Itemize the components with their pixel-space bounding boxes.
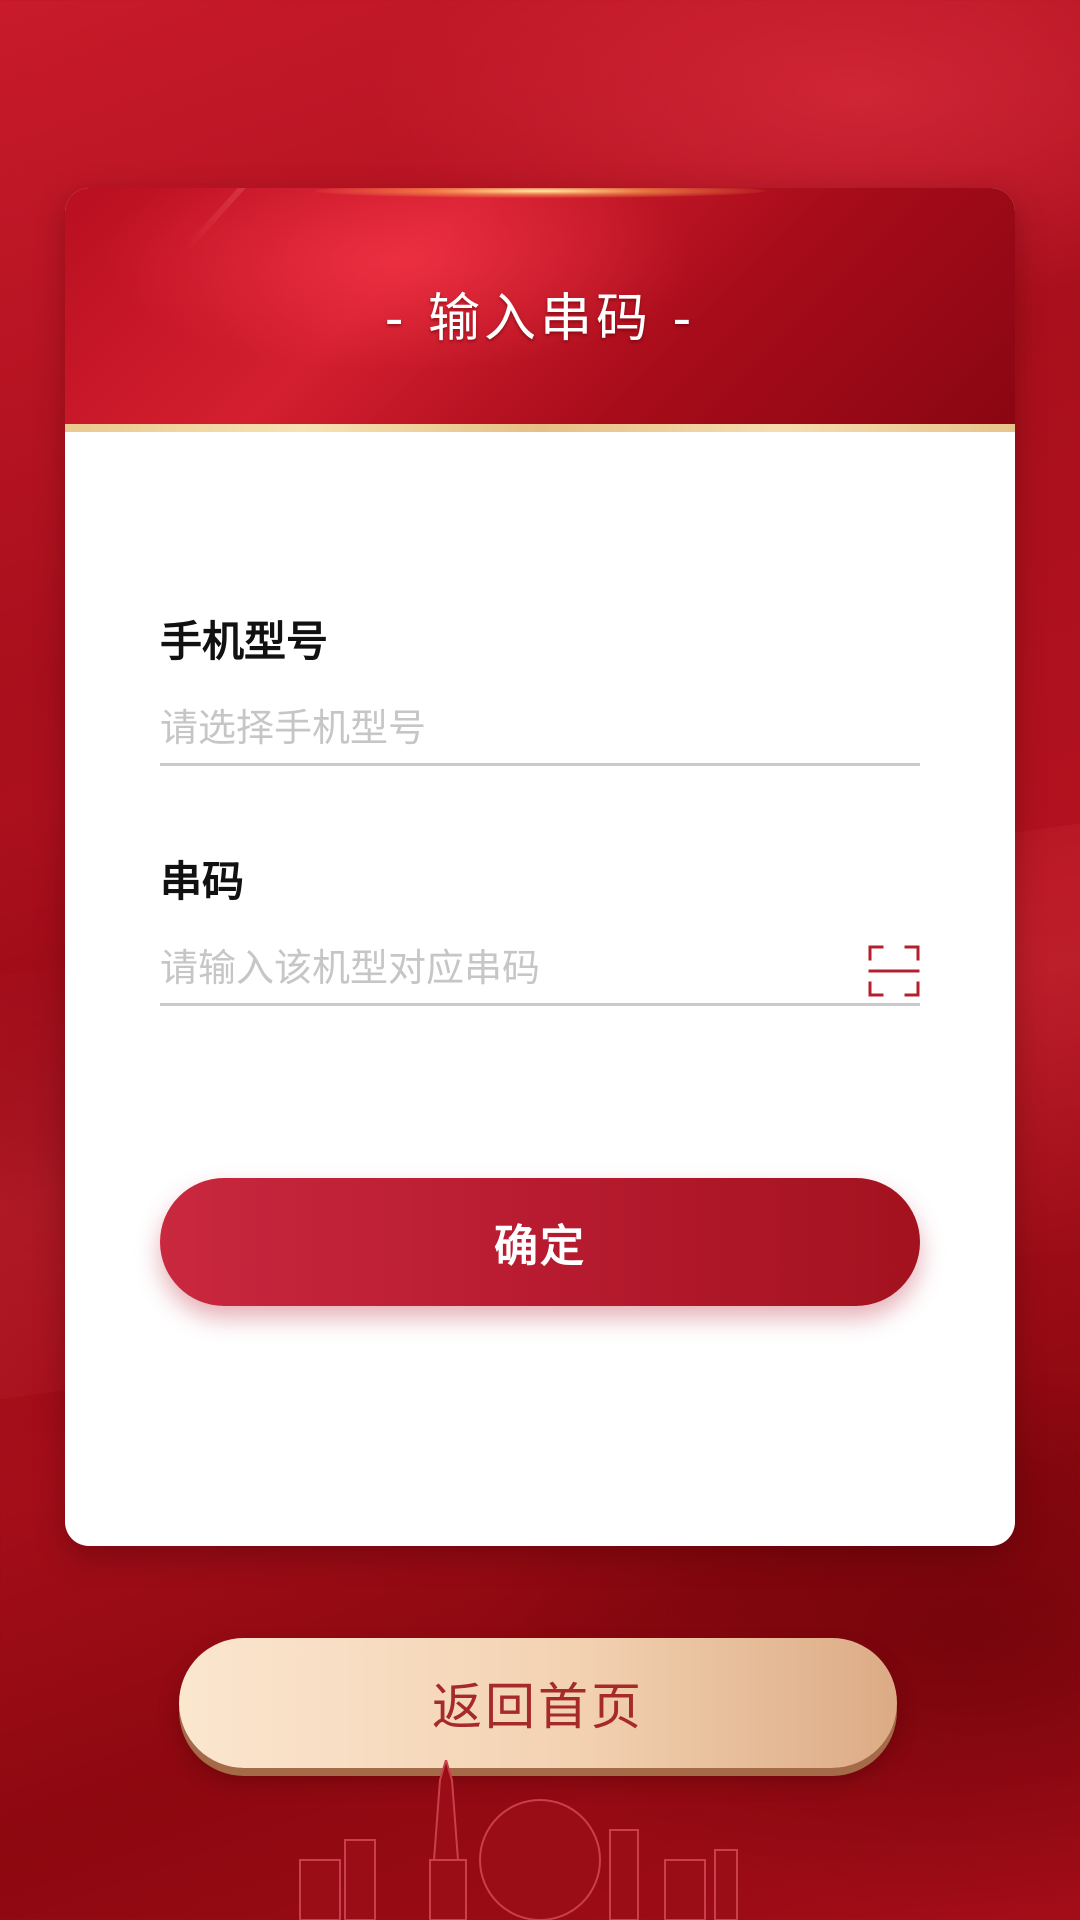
page-title: - 输入串码 - xyxy=(384,289,696,349)
model-select-field[interactable] xyxy=(160,693,920,766)
card-header: - 输入串码 - xyxy=(65,188,1015,424)
serial-input-card: - 输入串码 - 手机型号 串码 确定 xyxy=(65,188,1015,1546)
serial-input[interactable] xyxy=(160,933,920,1006)
confirm-button[interactable]: 确定 xyxy=(160,1178,920,1306)
city-skyline-decoration xyxy=(299,1760,738,1920)
header-streak xyxy=(182,188,429,254)
back-home-button[interactable]: 返回首页 xyxy=(179,1638,897,1768)
header-glow xyxy=(315,188,765,198)
gold-divider xyxy=(65,424,1015,432)
model-label: 手机型号 xyxy=(160,617,329,666)
serial-label: 串码 xyxy=(160,857,245,906)
scan-icon[interactable] xyxy=(868,945,920,997)
